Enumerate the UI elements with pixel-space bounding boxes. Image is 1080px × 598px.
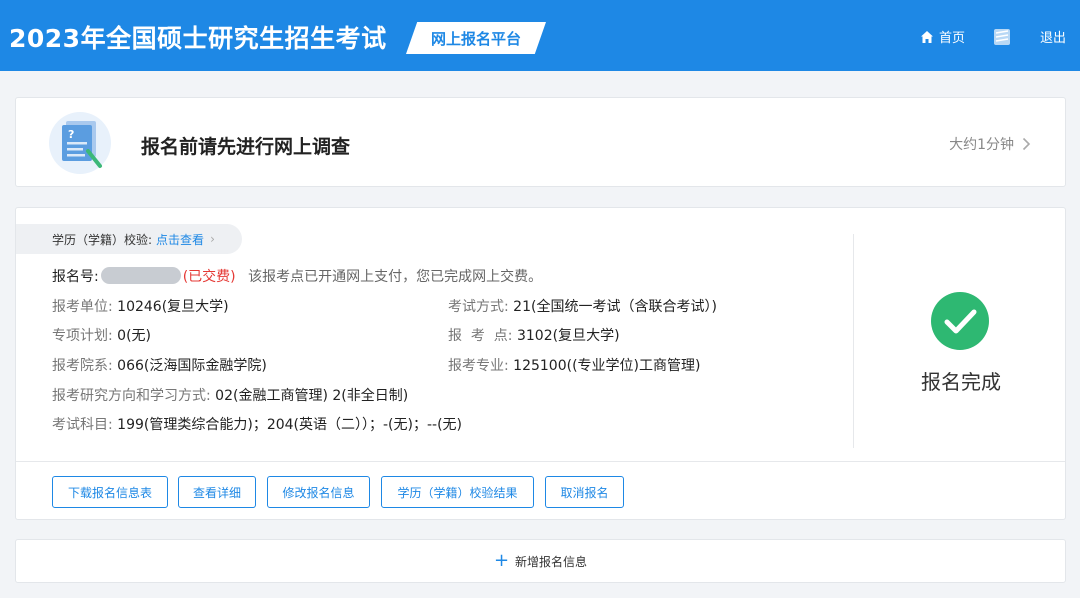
reg-number-row: 报名号: (已交费) 该报考点已开通网上支付，您已完成网上交费。: [52, 266, 542, 286]
survey-document-icon: ?: [49, 112, 111, 174]
exam-mode-row: 考试方式: 21(全国统一考试（含联合考试）): [448, 296, 717, 316]
edit-info-button[interactable]: 修改报名信息: [267, 476, 370, 508]
top-bar: 2023年全国硕士研究生招生考试 网上报名平台 首页 退出: [0, 0, 1080, 71]
home-icon: [921, 30, 933, 43]
reg-number-masked: [100, 267, 181, 284]
verify-label: 学历（学籍）校验:: [52, 232, 153, 247]
plan-row: 专项计划: 0(无): [52, 325, 151, 345]
chevron-right-icon: [1022, 137, 1031, 151]
direction-value: 02(金融工商管理) 2(非全日制): [215, 388, 409, 404]
subjects-row: 考试科目: 199(管理类综合能力)；204(英语（二））；-(无)；--(无): [52, 414, 462, 434]
view-details-button[interactable]: 查看详细: [178, 476, 256, 508]
chevron-right-icon: ›: [210, 232, 215, 246]
survey-time-label: 大约1分钟: [949, 137, 1014, 153]
unit-row: 报考单位: 10246(复旦大学): [52, 296, 229, 316]
cancel-registration-button[interactable]: 取消报名: [545, 476, 624, 508]
user-avatar-icon[interactable]: [992, 27, 1012, 47]
subjects-value: 199(管理类综合能力)；204(英语（二））；-(无)；--(无): [117, 417, 463, 433]
home-link[interactable]: 首页: [920, 27, 965, 46]
svg-text:?: ?: [68, 128, 74, 141]
verify-link[interactable]: 点击查看: [156, 231, 204, 248]
plan-value: 0(无): [117, 328, 152, 344]
platform-tag: 网上报名平台: [406, 22, 546, 54]
site-value: 3102(复旦大学): [516, 328, 620, 344]
add-registration-label: 新增报名信息: [515, 554, 588, 569]
direction-label: 报考研究方向和学习方式:: [52, 388, 211, 404]
app-title: 2023年全国硕士研究生招生考试: [9, 24, 387, 53]
status-text: 报名完成: [921, 370, 1001, 394]
unit-value: 10246(复旦大学): [117, 299, 229, 315]
major-label: 报考专业:: [448, 358, 509, 374]
add-registration-button[interactable]: + 新增报名信息: [15, 539, 1066, 583]
horizontal-divider: [16, 461, 1065, 462]
dept-label: 报考院系:: [52, 358, 113, 374]
unit-label: 报考单位:: [52, 299, 113, 315]
paid-status: (已交费): [182, 269, 236, 285]
major-row: 报考专业: 125100((专业学位)工商管理): [448, 355, 700, 375]
site-row: 报 考 点: 3102(复旦大学): [448, 325, 620, 345]
verify-result-button[interactable]: 学历（学籍）校验结果: [381, 476, 534, 508]
dept-row: 报考院系: 066(泛海国际金融学院): [52, 355, 267, 375]
subjects-label: 考试科目:: [52, 417, 113, 433]
exam-mode-label: 考试方式:: [448, 299, 509, 315]
survey-time[interactable]: 大约1分钟: [949, 134, 1031, 154]
survey-title: 报名前请先进行网上调查: [141, 136, 351, 158]
pay-note: 该报考点已开通网上支付，您已完成网上交费。: [248, 269, 543, 285]
plan-label: 专项计划:: [52, 328, 113, 344]
major-value: 125100((专业学位)工商管理): [513, 358, 701, 374]
check-circle-icon: [931, 292, 989, 350]
registration-card: 学历（学籍）校验: 点击查看 › 报名号: (已交费) 该报考点已开通网上支付，您…: [15, 207, 1066, 520]
survey-card[interactable]: ? 报名前请先进行网上调查 大约1分钟: [15, 97, 1066, 187]
logout-link[interactable]: 退出: [1040, 27, 1066, 46]
plus-icon: +: [493, 550, 510, 571]
vertical-divider: [853, 234, 854, 448]
dept-value: 066(泛海国际金融学院): [117, 358, 267, 374]
direction-row: 报考研究方向和学习方式: 02(金融工商管理) 2(非全日制): [52, 385, 408, 405]
reg-number-label: 报名号:: [52, 269, 99, 285]
exam-mode-value: 21(全国统一考试（含联合考试）): [513, 299, 717, 315]
site-label: 报 考 点:: [448, 328, 513, 344]
home-label: 首页: [939, 31, 966, 46]
verify-pill: 学历（学籍）校验: 点击查看 ›: [16, 224, 242, 254]
download-info-button[interactable]: 下载报名信息表: [52, 476, 168, 508]
